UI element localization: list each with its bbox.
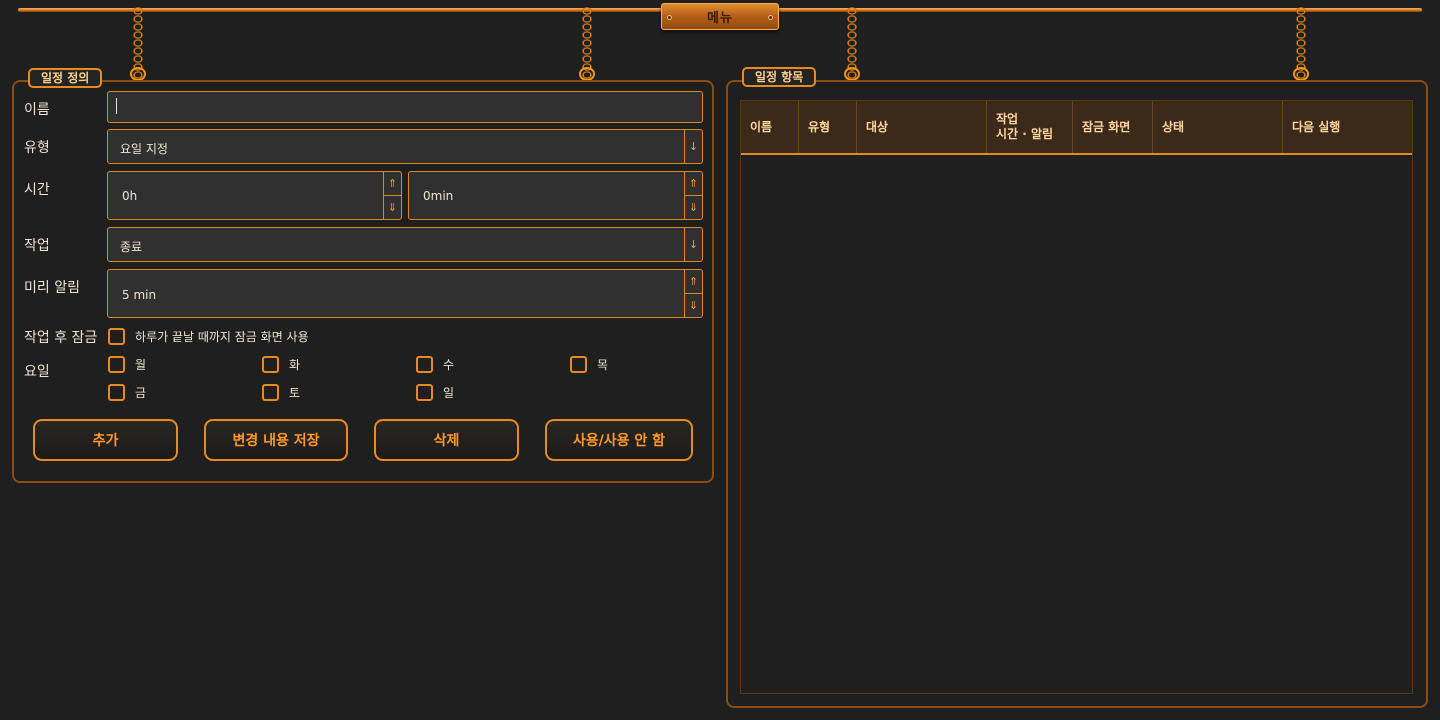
- spin-up-icon[interactable]: ⇑: [684, 172, 702, 196]
- day-label: 토: [289, 386, 301, 400]
- reminder-value: 5 min: [122, 288, 157, 302]
- delete-button[interactable]: 삭제: [374, 419, 519, 461]
- nail-icon: [667, 15, 672, 20]
- minutes-stepper[interactable]: 0min ⇑ ⇓: [408, 171, 703, 220]
- day-checkbox-mon[interactable]: 월: [108, 356, 146, 373]
- reminder-label: 미리 알림: [24, 280, 80, 296]
- column-header-next-run[interactable]: 다음 실행: [1283, 101, 1412, 153]
- day-label: 목: [597, 358, 609, 372]
- minutes-value: 0min: [423, 189, 454, 203]
- checkbox-box[interactable]: [108, 328, 125, 345]
- spin-down-icon[interactable]: ⇓: [684, 196, 702, 219]
- action-label: 작업: [24, 238, 50, 254]
- chain-decoration: [1293, 7, 1309, 81]
- column-header-action-time-reminder[interactable]: 작업 시간 · 알림: [987, 101, 1073, 153]
- day-checkbox-sun[interactable]: 일: [416, 384, 454, 401]
- column-header-status[interactable]: 상태: [1153, 101, 1283, 153]
- schedule-table: 이름 유형 대상 작업 시간 · 알림 잠금 화면 상태 다음 실행: [740, 100, 1413, 694]
- hours-value: 0h: [122, 189, 138, 203]
- lock-screen-checkbox-label: 하루가 끝날 때까지 잠금 화면 사용: [135, 330, 309, 344]
- day-label: 월: [135, 358, 147, 372]
- spin-up-icon[interactable]: ⇑: [684, 270, 702, 294]
- checkbox-box[interactable]: [416, 356, 433, 373]
- add-button[interactable]: 추가: [33, 419, 178, 461]
- table-body: [741, 155, 1412, 693]
- day-label: 화: [289, 358, 301, 372]
- spin-down-icon[interactable]: ⇓: [383, 196, 401, 219]
- chain-decoration: [844, 7, 860, 81]
- schedule-definition-title: 일정 정의: [28, 68, 103, 88]
- checkbox-box[interactable]: [416, 384, 433, 401]
- type-label: 유형: [24, 140, 50, 156]
- day-checkbox-wed[interactable]: 수: [416, 356, 454, 373]
- chain-decoration: [130, 7, 146, 81]
- nail-icon: [768, 15, 773, 20]
- day-checkbox-thu[interactable]: 목: [570, 356, 608, 373]
- enable-disable-button[interactable]: 사용/사용 안 함: [545, 419, 693, 461]
- day-label: 일: [443, 386, 455, 400]
- lock-screen-checkbox[interactable]: 하루가 끝날 때까지 잠금 화면 사용: [108, 328, 309, 345]
- action-value: 종료: [120, 240, 143, 254]
- type-value: 요일 지정: [120, 142, 168, 156]
- day-checkbox-sat[interactable]: 토: [262, 384, 300, 401]
- checkbox-box[interactable]: [262, 356, 279, 373]
- column-header-name[interactable]: 이름: [741, 101, 799, 153]
- spin-up-icon[interactable]: ⇑: [383, 172, 401, 196]
- checkbox-box[interactable]: [262, 384, 279, 401]
- chevron-down-icon[interactable]: ↓: [684, 228, 702, 261]
- day-label: 수: [443, 358, 455, 372]
- day-label: 금: [135, 386, 147, 400]
- checkbox-box[interactable]: [570, 356, 587, 373]
- hours-stepper[interactable]: 0h ⇑ ⇓: [107, 171, 402, 220]
- days-label: 요일: [24, 364, 50, 380]
- menu-label: 메뉴: [707, 11, 733, 26]
- action-select[interactable]: 종료 ↓: [107, 227, 703, 262]
- column-header-target[interactable]: 대상: [857, 101, 987, 153]
- checkbox-box[interactable]: [108, 384, 125, 401]
- spin-down-icon[interactable]: ⇓: [684, 294, 702, 317]
- column-header-lock-screen[interactable]: 잠금 화면: [1073, 101, 1153, 153]
- lock-after-action-label: 작업 후 잠금: [24, 330, 98, 346]
- save-changes-button[interactable]: 변경 내용 저장: [204, 419, 348, 461]
- day-checkbox-tue[interactable]: 화: [262, 356, 300, 373]
- checkbox-box[interactable]: [108, 356, 125, 373]
- reminder-stepper[interactable]: 5 min ⇑ ⇓: [107, 269, 703, 318]
- text-caret: [116, 98, 117, 114]
- menu-button[interactable]: 메뉴: [661, 3, 779, 30]
- chevron-down-icon[interactable]: ↓: [684, 130, 702, 163]
- day-checkbox-fri[interactable]: 금: [108, 384, 146, 401]
- time-label: 시간: [24, 182, 50, 198]
- name-label: 이름: [24, 102, 50, 118]
- chain-decoration: [579, 7, 595, 81]
- table-header: 이름 유형 대상 작업 시간 · 알림 잠금 화면 상태 다음 실행: [741, 101, 1412, 155]
- type-select[interactable]: 요일 지정 ↓: [107, 129, 703, 164]
- schedule-items-title: 일정 항목: [742, 67, 817, 87]
- name-input[interactable]: [107, 91, 703, 123]
- column-header-type[interactable]: 유형: [799, 101, 857, 153]
